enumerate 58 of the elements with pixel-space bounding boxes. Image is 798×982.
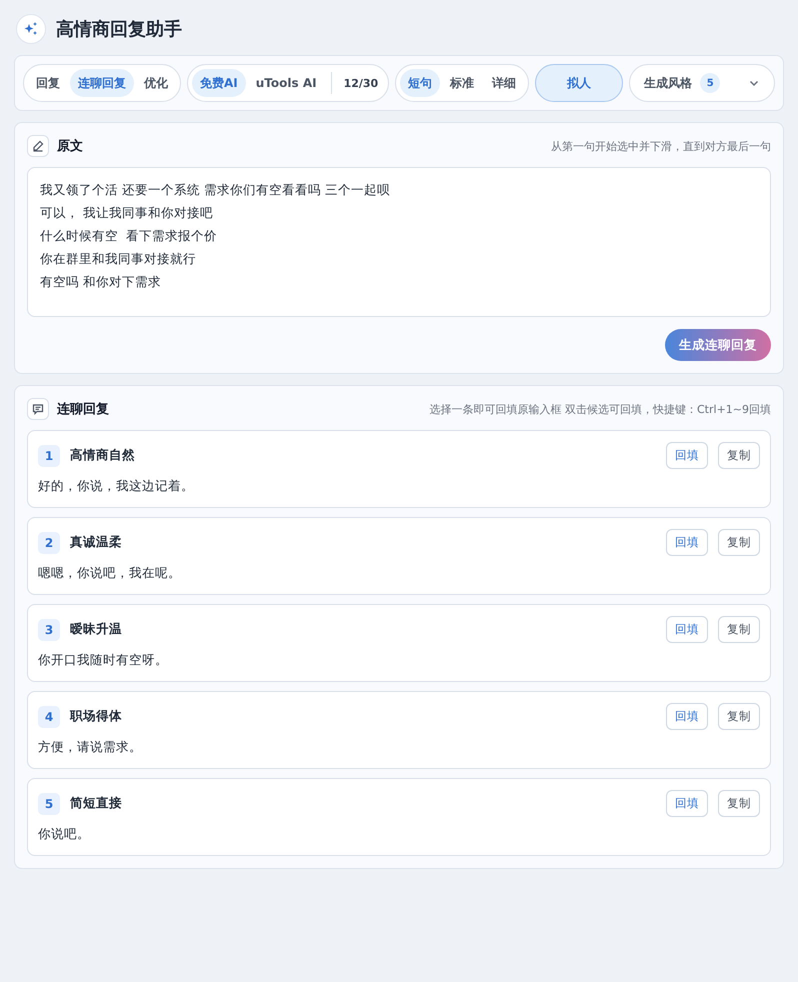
edit-icon	[27, 135, 49, 157]
toggle-option[interactable]: 免费AI	[192, 69, 246, 97]
quota-counter: 12/30	[342, 76, 380, 90]
reply-number: 2	[38, 532, 60, 554]
text-line: 可以， 我让我同事和你对接吧	[40, 204, 213, 222]
text-line: 有空吗 和你对下需求	[40, 273, 161, 291]
reply-card[interactable]: 3 暧昧升温 回填 复制 你开口我随时有空呀。	[27, 604, 771, 682]
reply-text: 你说吧。	[38, 826, 91, 843]
sparkle-icon	[23, 21, 39, 37]
section-title: 连聊回复	[57, 401, 109, 418]
reply-style: 高情商自然	[70, 447, 135, 464]
toggle-option[interactable]: 优化	[136, 69, 176, 97]
reply-style: 职场得体	[70, 708, 122, 725]
reply-card[interactable]: 2 真诚温柔 回填 复制 嗯嗯，你说吧，我在呢。	[27, 517, 771, 595]
copy-button[interactable]: 复制	[718, 529, 760, 556]
reply-style: 暧昧升温	[70, 621, 122, 638]
reply-style: 简短直接	[70, 795, 122, 812]
style-count: 5	[700, 73, 720, 93]
fill-button[interactable]: 回填	[666, 703, 708, 730]
fill-button[interactable]: 回填	[666, 529, 708, 556]
toggle-option[interactable]: 详细	[484, 69, 524, 97]
style-label: 生成风格	[644, 74, 692, 92]
app-title: 高情商回复助手	[56, 18, 182, 41]
reply-number: 5	[38, 792, 60, 814]
toggle-option[interactable]: 标准	[442, 69, 482, 97]
copy-button[interactable]: 复制	[718, 616, 760, 643]
persona-toggle[interactable]: 拟人	[535, 64, 624, 102]
section-title: 原文	[57, 138, 83, 155]
reply-card[interactable]: 4 职场得体 回填 复制 方便，请说需求。	[27, 691, 771, 769]
reply-text: 好的，你说，我这边记着。	[38, 478, 195, 495]
toggle-option[interactable]: 连聊回复	[70, 69, 134, 97]
section-hint: 选择一条即可回填原输入框 双击候选可回填，快捷键：Ctrl+1~9回填	[430, 402, 771, 416]
reply-text: 嗯嗯，你说吧，我在呢。	[38, 565, 182, 582]
reply-number: 4	[38, 706, 60, 728]
generate-button[interactable]: 生成连聊回复	[665, 329, 771, 361]
copy-button[interactable]: 复制	[718, 703, 760, 730]
reply-number: 3	[38, 618, 60, 640]
toggle-option[interactable]: 回复	[28, 69, 68, 97]
fill-button[interactable]: 回填	[666, 790, 708, 817]
text-line: 我又领了个活 还要一个系统 需求你们有空看看吗 三个一起呗	[40, 181, 390, 199]
reply-card[interactable]: 5 简短直接 回填 复制 你说吧。	[27, 778, 771, 856]
reply-text: 你开口我随时有空呀。	[38, 652, 169, 669]
style-dropdown[interactable]: 生成风格 5	[629, 64, 775, 102]
reply-card[interactable]: 1 高情商自然 回填 复制 好的，你说，我这边记着。	[27, 430, 771, 508]
fill-button[interactable]: 回填	[666, 442, 708, 469]
reply-style: 真诚温柔	[70, 534, 122, 551]
message-icon	[27, 398, 49, 420]
copy-button[interactable]: 复制	[718, 790, 760, 817]
text-line: 你在群里和我同事对接就行	[40, 250, 196, 268]
reply-number: 1	[38, 444, 60, 466]
toggle-option[interactable]: 短句	[400, 69, 440, 97]
section-hint: 从第一句开始选中并下滑，直到对方最后一句	[551, 138, 771, 154]
copy-button[interactable]: 复制	[718, 442, 760, 469]
toggle-option[interactable]: uTools AI	[248, 69, 325, 97]
source-textarea[interactable]: 我又领了个活 还要一个系统 需求你们有空看看吗 三个一起呗 可以， 我让我同事和你对接吧 什么时候有空 看下需求报个价 你在群里和我同事对接就行 有空吗 和你对下需求	[27, 167, 771, 317]
text-line: 什么时候有空 看下需求报个价	[40, 227, 217, 245]
reply-text: 方便，请说需求。	[38, 739, 143, 756]
fill-button[interactable]: 回填	[666, 616, 708, 643]
